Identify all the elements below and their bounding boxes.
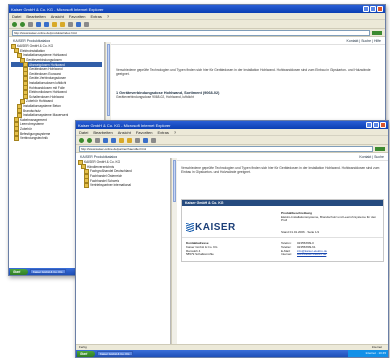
card-body: KAISER Produktbeschreibung Elektro-Insta… bbox=[182, 206, 383, 237]
taskbar-item[interactable]: Kaiser GmbH & Co. KG bbox=[97, 351, 133, 356]
menu-item-edit[interactable]: Bearbeiten bbox=[93, 130, 112, 135]
mail-icon[interactable] bbox=[76, 21, 81, 27]
search-icon[interactable] bbox=[52, 21, 57, 27]
dealer-card: Kaiser GmbH & Co. KG KAISER Produktbesch… bbox=[181, 198, 384, 263]
kaiser-logo: KAISER bbox=[186, 222, 281, 233]
start-button[interactable]: Start bbox=[10, 268, 28, 275]
favorites-icon[interactable] bbox=[60, 21, 65, 27]
taskbar-item[interactable]: Kaiser GmbH & Co. KG bbox=[30, 269, 66, 274]
card-description: Produktbeschreibung Elektro-Installation… bbox=[281, 211, 379, 235]
menu-bar: Datei Bearbeiten Ansicht Favoriten Extra… bbox=[76, 129, 388, 136]
title-bar[interactable]: Kaiser GmbH & Co. KG - Microsoft Interne… bbox=[76, 121, 388, 129]
web-link[interactable]: www.kaiser-elektro.de bbox=[297, 253, 379, 257]
menu-item-tools[interactable]: Extras bbox=[91, 14, 102, 19]
description-text: Elektro-Installationssysteme, Brandschut… bbox=[281, 214, 377, 223]
logo-text: KAISER bbox=[195, 221, 236, 233]
menu-item-favorites[interactable]: Favoriten bbox=[69, 14, 86, 19]
window-title: Kaiser GmbH & Co. KG - Microsoft Interne… bbox=[78, 122, 171, 128]
window-title: Kaiser GmbH & Co. KG - Microsoft Interne… bbox=[11, 6, 104, 12]
maximize-icon[interactable] bbox=[370, 6, 376, 12]
favorites-icon[interactable] bbox=[127, 137, 132, 143]
menu-item-favorites[interactable]: Favoriten bbox=[136, 130, 153, 135]
address-input[interactable]: http://www.kaiser-online.de/partner/haen… bbox=[79, 145, 373, 152]
menu-item-file[interactable]: Datei bbox=[79, 130, 88, 135]
web-label: Internet: bbox=[281, 252, 293, 257]
history-icon[interactable] bbox=[135, 137, 140, 143]
folder-icon bbox=[14, 135, 19, 141]
menu-item-edit[interactable]: Bearbeiten bbox=[26, 14, 45, 19]
minimize-icon[interactable] bbox=[363, 6, 369, 12]
menu-item-help[interactable]: ? bbox=[107, 14, 109, 19]
go-button[interactable] bbox=[372, 30, 382, 35]
intro-text: Verschiedene geprüfte Technologien und T… bbox=[181, 166, 380, 175]
address-input[interactable]: http://www.kaiser-online.de/produkte/ind… bbox=[12, 29, 370, 36]
mail-icon[interactable] bbox=[143, 137, 148, 143]
scrollbar-thumb[interactable] bbox=[173, 160, 176, 202]
contact-address: Kontaktadresse Kaiser GmbH & Co. KG Rams… bbox=[186, 241, 281, 257]
section-text: Geräteverbindungsdose 9068-02, Hohlwand,… bbox=[116, 94, 194, 99]
history-icon[interactable] bbox=[68, 21, 73, 27]
minimize-icon[interactable] bbox=[366, 122, 372, 128]
logo-mark-icon bbox=[186, 222, 194, 232]
address-bar: http://www.kaiser-online.de/produkte/ind… bbox=[9, 29, 385, 37]
card-contact: Kontaktadresse Kaiser GmbH & Co. KG Rams… bbox=[182, 237, 383, 261]
menu-item-view[interactable]: Ansicht bbox=[118, 130, 131, 135]
main-panel: Verschiedene geprüfte Technologien und T… bbox=[177, 158, 388, 345]
toolbar bbox=[9, 20, 385, 29]
folder-icon bbox=[84, 182, 89, 188]
menu-item-help[interactable]: ? bbox=[174, 130, 176, 135]
stop-icon[interactable] bbox=[28, 21, 33, 27]
close-icon[interactable] bbox=[380, 122, 386, 128]
menu-item-view[interactable]: Ansicht bbox=[51, 14, 64, 19]
back-icon[interactable] bbox=[79, 137, 84, 143]
toolbar bbox=[76, 136, 388, 145]
refresh-icon[interactable] bbox=[103, 137, 108, 143]
print-icon[interactable] bbox=[151, 137, 156, 143]
home-icon[interactable] bbox=[111, 137, 116, 143]
forward-icon[interactable] bbox=[87, 137, 92, 143]
intro-text: Verschiedene geprüfte Technologien und T… bbox=[116, 68, 371, 77]
menu-bar: Datei Bearbeiten Ansicht Favoriten Extra… bbox=[9, 13, 385, 20]
browser-window-front[interactable]: Kaiser GmbH & Co. KG - Microsoft Interne… bbox=[75, 120, 389, 358]
scrollbar-thumb[interactable] bbox=[107, 44, 110, 116]
menu-item-file[interactable]: Datei bbox=[12, 14, 21, 19]
tree-item[interactable]: Vertriebspartner international bbox=[78, 182, 168, 188]
maximize-icon[interactable] bbox=[373, 122, 379, 128]
category-tree: KAISER GmbH & Co. KG Händlerverzeichnis … bbox=[76, 158, 171, 345]
forward-icon[interactable] bbox=[20, 21, 25, 27]
start-button[interactable]: Start bbox=[77, 350, 95, 357]
description-meta: Stand 01.01.2006 · Seite 1/1 bbox=[281, 230, 320, 235]
address-line: 58579 Schalksmühle bbox=[186, 252, 214, 257]
card-logo-area: KAISER bbox=[186, 212, 281, 235]
search-icon[interactable] bbox=[119, 137, 124, 143]
back-icon[interactable] bbox=[12, 21, 17, 27]
menu-item-tools[interactable]: Extras bbox=[158, 130, 169, 135]
page-content: KAISER GmbH & Co. KG Händlerverzeichnis … bbox=[76, 158, 388, 345]
system-tray: Internet · 10:45 bbox=[348, 350, 388, 357]
home-icon[interactable] bbox=[44, 21, 49, 27]
taskbar: Start Kaiser GmbH & Co. KG Internet · 10… bbox=[76, 350, 388, 357]
status-text: Fertig bbox=[79, 345, 87, 349]
stop-icon[interactable] bbox=[95, 137, 100, 143]
contact-details: Telefon: 02355/809-0 Telefax: 02355/809-… bbox=[281, 241, 379, 257]
close-icon[interactable] bbox=[377, 6, 383, 12]
address-bar: http://www.kaiser-online.de/partner/haen… bbox=[76, 145, 388, 153]
print-icon[interactable] bbox=[84, 21, 89, 27]
go-button[interactable] bbox=[375, 146, 385, 151]
title-bar[interactable]: Kaiser GmbH & Co. KG - Microsoft Interne… bbox=[9, 5, 385, 13]
refresh-icon[interactable] bbox=[36, 21, 41, 27]
